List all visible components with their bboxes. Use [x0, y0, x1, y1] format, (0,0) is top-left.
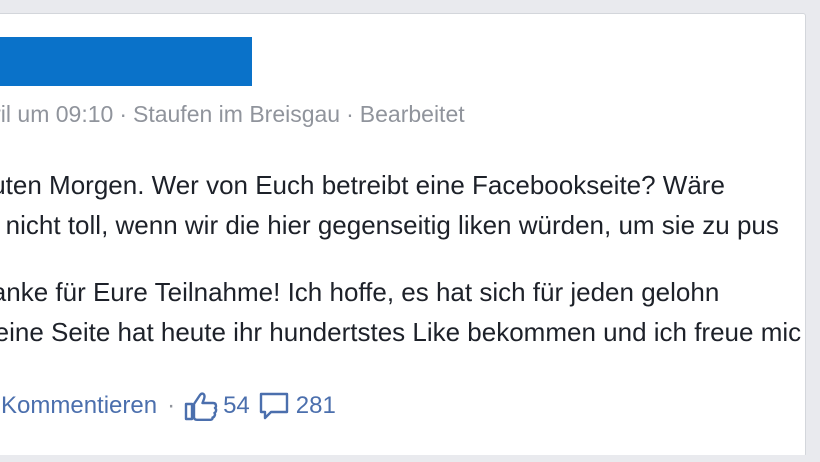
page-background-strip [0, 455, 820, 462]
post-paragraph: Danke für Eure Teilnahme! Ich hoffe, es … [0, 272, 801, 352]
comment-button[interactable]: Kommentieren [1, 392, 157, 420]
comment-bubble-icon [258, 391, 290, 421]
meta-separator: · [119, 101, 127, 127]
comments-count-link[interactable]: 281 [258, 391, 336, 421]
post-text-line: es nicht toll, wenn wir die hier gegense… [0, 210, 779, 240]
post-actions: · Kommentieren · 54 281 [0, 391, 336, 421]
post-paragraph: Guten Morgen. Wer von Euch betreibt eine… [0, 165, 779, 245]
comments-count: 281 [295, 392, 336, 419]
likes-count: 54 [223, 392, 250, 419]
post-meta: April um 09:10·Staufen im Breisgau·Bearb… [0, 101, 465, 128]
post-location[interactable]: Staufen im Breisgau [133, 101, 340, 127]
meta-separator: · [346, 101, 354, 127]
author-name-redacted[interactable] [0, 37, 252, 86]
action-separator: · [167, 392, 176, 419]
thumbs-up-icon [183, 391, 219, 421]
post-date[interactable]: April um 09:10 [0, 101, 113, 127]
edited-label[interactable]: Bearbeitet [360, 101, 465, 127]
post-text-line: Guten Morgen. Wer von Euch betreibt eine… [0, 170, 725, 200]
likes-count-link[interactable]: 54 [183, 391, 250, 421]
post-text-line: Danke für Eure Teilnahme! Ich hoffe, es … [0, 277, 720, 307]
post-text-line: Meine Seite hat heute ihr hundertstes Li… [0, 317, 802, 347]
post-card: April um 09:10·Staufen im Breisgau·Bearb… [0, 13, 806, 457]
